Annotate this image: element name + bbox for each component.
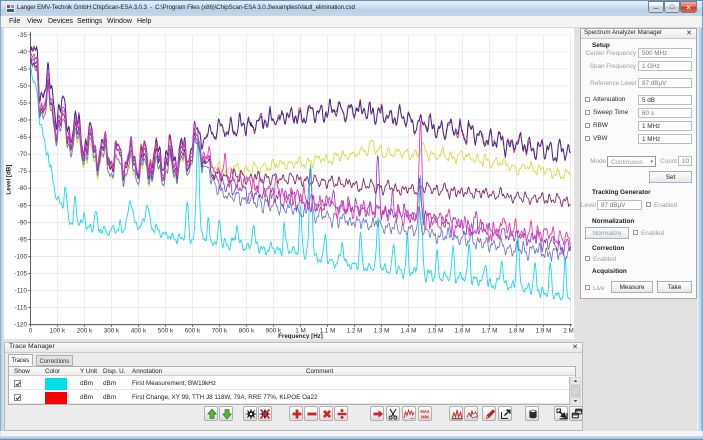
svg-text:-80: -80	[18, 185, 28, 192]
svg-text:300 k: 300 k	[104, 328, 120, 335]
svg-text:-110: -110	[15, 288, 28, 295]
svg-text:700 k: 700 k	[212, 328, 228, 335]
svg-text:-40: -40	[18, 49, 28, 56]
svg-text:1.4 M: 1.4 M	[401, 328, 417, 335]
svg-text:1.7 M: 1.7 M	[482, 328, 498, 335]
svg-text:0: 0	[29, 328, 33, 335]
svg-text:MIN: MIN	[421, 414, 429, 419]
svg-text:1.3 M: 1.3 M	[374, 328, 390, 335]
svg-text:Frequency [Hz]: Frequency [Hz]	[278, 333, 323, 339]
svg-text:Level [dB]: Level [dB]	[6, 165, 13, 195]
svg-text:-85: -85	[18, 202, 28, 209]
svg-text:1.9 M: 1.9 M	[536, 328, 552, 335]
svg-text:400 k: 400 k	[131, 328, 147, 335]
svg-text:MAX: MAX	[420, 409, 430, 414]
svg-text:1.6 M: 1.6 M	[455, 328, 471, 335]
svg-text:-65: -65	[18, 134, 28, 141]
svg-text:800 k: 800 k	[239, 328, 255, 335]
svg-text:-105: -105	[14, 271, 27, 278]
svg-text:200 k: 200 k	[77, 328, 93, 335]
svg-text:-50: -50	[18, 83, 28, 90]
svg-text:100 k: 100 k	[50, 328, 66, 335]
svg-text:-60: -60	[18, 117, 28, 124]
svg-text:-90: -90	[18, 219, 28, 226]
svg-text:-70: -70	[18, 151, 28, 158]
svg-text:-120: -120	[14, 322, 27, 329]
svg-text:-95: -95	[18, 236, 28, 243]
svg-text:1.2 M: 1.2 M	[347, 328, 363, 335]
svg-text:1.8 M: 1.8 M	[509, 328, 525, 335]
svg-text:-55: -55	[18, 100, 28, 107]
svg-text:2 M: 2 M	[563, 328, 574, 335]
svg-text:500 k: 500 k	[158, 328, 174, 335]
svg-text:1.5 M: 1.5 M	[428, 328, 444, 335]
svg-text:-115: -115	[15, 305, 28, 312]
svg-text:-45: -45	[18, 66, 28, 73]
svg-text:-75: -75	[18, 168, 28, 175]
svg-text:-100: -100	[14, 253, 27, 260]
svg-text:-35: -35	[18, 32, 28, 39]
svg-text:600 k: 600 k	[185, 328, 201, 335]
